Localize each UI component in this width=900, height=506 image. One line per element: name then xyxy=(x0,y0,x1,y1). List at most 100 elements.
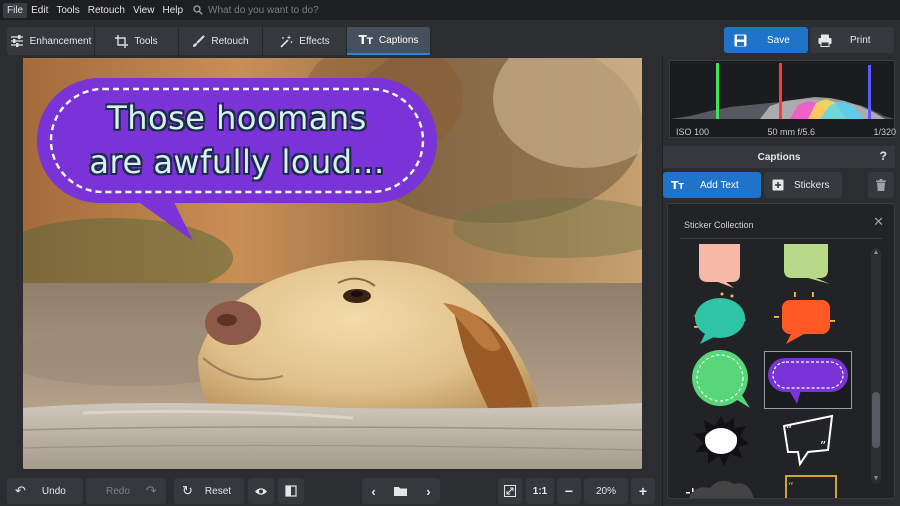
divider xyxy=(680,238,882,239)
scroll-up-icon[interactable]: ▲ xyxy=(871,248,881,258)
svg-text:”: ” xyxy=(820,439,826,453)
printer-icon xyxy=(818,34,832,47)
sticker-purple-dashed-bubble[interactable] xyxy=(764,351,852,409)
purple-dashed-bubble-graphic xyxy=(768,358,848,404)
menu-tools[interactable]: Tools xyxy=(52,3,83,18)
menu-search[interactable]: What do you want to do? xyxy=(193,5,319,16)
next-image-button[interactable]: › xyxy=(426,484,430,499)
reset-label: Reset xyxy=(204,485,232,497)
svg-text:“: “ xyxy=(788,480,794,493)
sticker-outline-bubble[interactable]: “ ” xyxy=(778,412,838,470)
save-label: Save xyxy=(767,34,790,46)
menu-view[interactable]: View xyxy=(129,3,159,18)
sticker-lime-bubble[interactable] xyxy=(778,244,834,288)
trash-icon xyxy=(876,179,886,191)
add-text-label: Add Text xyxy=(699,179,739,191)
zoom-in-button[interactable]: + xyxy=(631,478,655,504)
iso-value: ISO 100 xyxy=(676,127,710,137)
caption-line-1: Those hoomans xyxy=(107,99,367,137)
fit-screen-button[interactable] xyxy=(498,478,522,504)
text-icon: TT xyxy=(358,33,373,47)
menu-edit[interactable]: Edit xyxy=(27,3,52,18)
tab-tools-label: Tools xyxy=(134,35,158,47)
mode-tabs: Enhancement Tools Retouch Effects TT Cap… xyxy=(7,27,431,55)
sticker-green-dashed-bubble[interactable] xyxy=(688,350,754,410)
zoom-level-field[interactable]: 20% xyxy=(584,478,628,504)
minus-icon: − xyxy=(564,483,574,499)
shutter-value: 1/320 xyxy=(873,127,896,137)
tab-enhancement[interactable]: Enhancement xyxy=(7,27,95,55)
caption-text[interactable]: Those hoomans are awfully loud... xyxy=(37,96,437,184)
close-icon[interactable]: ✕ xyxy=(873,214,884,230)
folder-icon[interactable] xyxy=(394,486,408,496)
tab-enhancement-label: Enhancement xyxy=(29,35,92,47)
histogram: ISO 100 50 mm f/5.6 1/320 xyxy=(669,60,896,138)
save-button[interactable]: Save xyxy=(724,27,808,53)
search-placeholder: What do you want to do? xyxy=(208,4,319,16)
search-icon xyxy=(193,5,203,15)
sticker-gold-frame-bubble[interactable]: “ xyxy=(778,470,840,499)
sliders-icon xyxy=(10,35,23,47)
previous-image-button[interactable]: ‹ xyxy=(371,484,375,499)
undo-button[interactable]: ↶ Undo xyxy=(7,478,83,504)
tab-effects-label: Effects xyxy=(299,35,330,47)
sticker-pink-bubble[interactable] xyxy=(696,244,746,288)
bottom-toolbar: ↶ Undo Redo ↷ ↻ Reset ‹ › 1:1 − 20% + xyxy=(0,474,659,506)
undo-label: Undo xyxy=(41,485,66,497)
toolbar: Enhancement Tools Retouch Effects TT Cap… xyxy=(0,24,900,56)
redo-icon: ↷ xyxy=(145,483,157,498)
caption-line-2: are awfully loud... xyxy=(89,143,385,181)
sticker-teal-bubble[interactable] xyxy=(688,290,750,348)
captions-title: Captions xyxy=(757,151,801,163)
navigation-group: ‹ › xyxy=(362,478,440,504)
sticker-explosion-bubble[interactable] xyxy=(692,414,750,468)
actual-size-label: 1:1 xyxy=(532,485,548,497)
sticker-orange-bubble[interactable] xyxy=(772,290,838,348)
exif-info: ISO 100 50 mm f/5.6 1/320 xyxy=(676,127,896,137)
print-label: Print xyxy=(850,34,871,46)
zoom-level-value: 20% xyxy=(595,485,616,497)
menu-file[interactable]: File xyxy=(3,2,28,18)
reset-icon: ↻ xyxy=(182,483,193,498)
lens-value: 50 mm f/5.6 xyxy=(767,127,816,137)
right-panel: ISO 100 50 mm f/5.6 1/320 Captions ? TT … xyxy=(662,56,900,506)
text-icon: TT xyxy=(671,178,684,192)
histogram-graph xyxy=(670,63,894,119)
undo-icon: ↶ xyxy=(15,483,26,498)
tab-retouch-label: Retouch xyxy=(211,35,249,47)
photo[interactable]: Those hoomans are awfully loud... xyxy=(23,58,642,469)
brush-icon xyxy=(193,34,206,47)
preview-button[interactable] xyxy=(248,478,274,504)
fit-screen-icon xyxy=(504,485,516,497)
add-text-button[interactable]: TT Add Text xyxy=(663,172,761,198)
stickers-label: Stickers xyxy=(794,179,830,191)
tab-retouch[interactable]: Retouch xyxy=(179,27,263,55)
tab-tools[interactable]: Tools xyxy=(95,27,179,55)
scroll-down-icon[interactable]: ▼ xyxy=(871,474,881,484)
compare-button[interactable] xyxy=(278,478,304,504)
help-icon[interactable]: ? xyxy=(880,149,887,163)
tab-effects[interactable]: Effects xyxy=(263,27,347,55)
sticker-cloud-bubble[interactable] xyxy=(684,470,758,499)
image-canvas: Those hoomans are awfully loud... xyxy=(0,56,659,470)
delete-button[interactable] xyxy=(868,172,894,198)
stickers-button[interactable]: Stickers xyxy=(764,172,842,198)
menu-help[interactable]: Help xyxy=(158,3,187,18)
add-sticker-icon xyxy=(772,179,784,191)
reset-button[interactable]: ↻ Reset xyxy=(174,478,244,504)
tab-captions[interactable]: TT Captions xyxy=(347,27,431,55)
print-button[interactable]: Print xyxy=(810,27,894,53)
zoom-out-button[interactable]: − xyxy=(557,478,581,504)
actual-size-button[interactable]: 1:1 xyxy=(526,478,554,504)
redo-button[interactable]: Redo ↷ xyxy=(86,478,166,504)
tab-captions-label: Captions xyxy=(378,34,419,46)
menu-bar: File Edit Tools Retouch View Help What d… xyxy=(0,0,900,20)
svg-text:“: “ xyxy=(786,423,792,437)
menu-retouch[interactable]: Retouch xyxy=(84,3,129,18)
magic-wand-icon xyxy=(280,34,293,48)
compare-icon xyxy=(285,485,297,497)
scroll-thumb[interactable] xyxy=(872,392,880,448)
sticker-scrollbar[interactable]: ▲ ▼ xyxy=(871,248,881,484)
sticker-collection-panel: Sticker Collection ✕ “ ” “ ▲ ▼ xyxy=(667,203,895,499)
captions-header: Captions ? xyxy=(663,146,895,168)
